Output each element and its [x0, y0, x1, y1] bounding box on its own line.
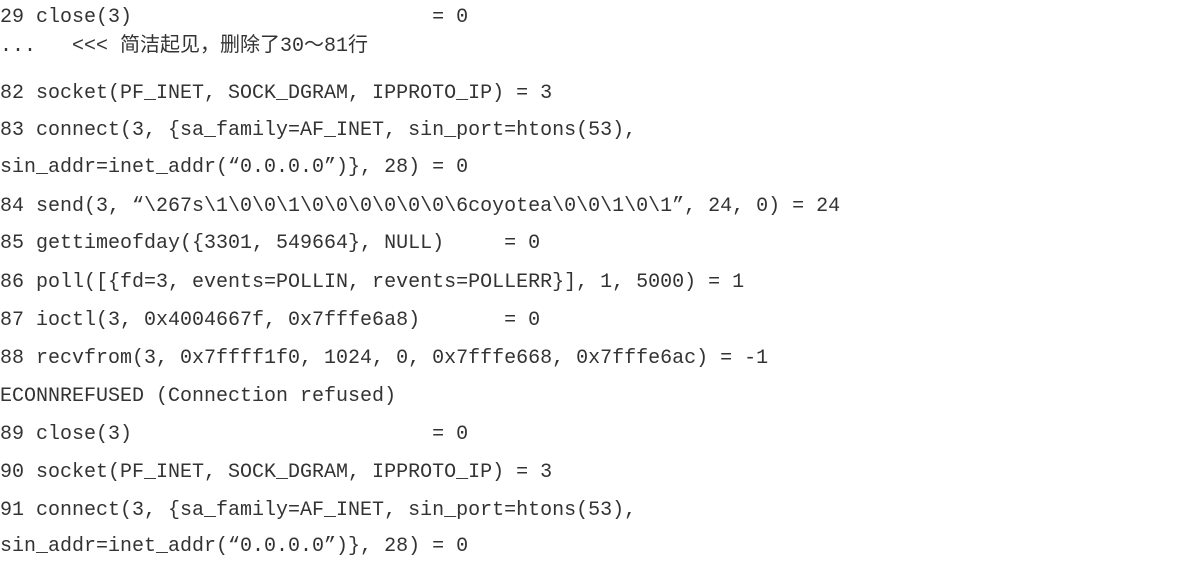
code-line: 90 socket(PF_INET, SOCK_DGRAM, IPPROTO_I… — [0, 461, 553, 484]
code-line-continuation: sin_addr=inet_addr(“0.0.0.0”)}, 28) = 0 — [0, 535, 469, 558]
code-line: 29 close(3) = 0 — [0, 6, 469, 29]
code-line: 91 connect(3, {sa_family=AF_INET, sin_po… — [0, 499, 637, 522]
code-line-continuation: sin_addr=inet_addr(“0.0.0.0”)}, 28) = 0 — [0, 156, 469, 179]
code-line: 82 socket(PF_INET, SOCK_DGRAM, IPPROTO_I… — [0, 82, 553, 105]
code-line: 88 recvfrom(3, 0x7ffff1f0, 1024, 0, 0x7f… — [0, 347, 769, 370]
code-line: 89 close(3) = 0 — [0, 423, 469, 446]
code-line: 87 ioctl(3, 0x4004667f, 0x7fffe6a8) = 0 — [0, 309, 541, 332]
code-line: 85 gettimeofday({3301, 549664}, NULL) = … — [0, 232, 541, 255]
code-line-continuation: ECONNREFUSED (Connection refused) — [0, 385, 397, 408]
code-line: 83 connect(3, {sa_family=AF_INET, sin_po… — [0, 119, 637, 142]
strace-listing: 29 close(3) = 0 ... <<< 简洁起见，删除了30～81行 8… — [0, 0, 1196, 562]
omission-note: ... <<< 简洁起见，删除了30～81行 — [0, 35, 369, 58]
code-line: 84 send(3, “\267s\1\0\0\1\0\0\0\0\0\0\6c… — [0, 195, 841, 218]
code-line: 86 poll([{fd=3, events=POLLIN, revents=P… — [0, 271, 745, 294]
